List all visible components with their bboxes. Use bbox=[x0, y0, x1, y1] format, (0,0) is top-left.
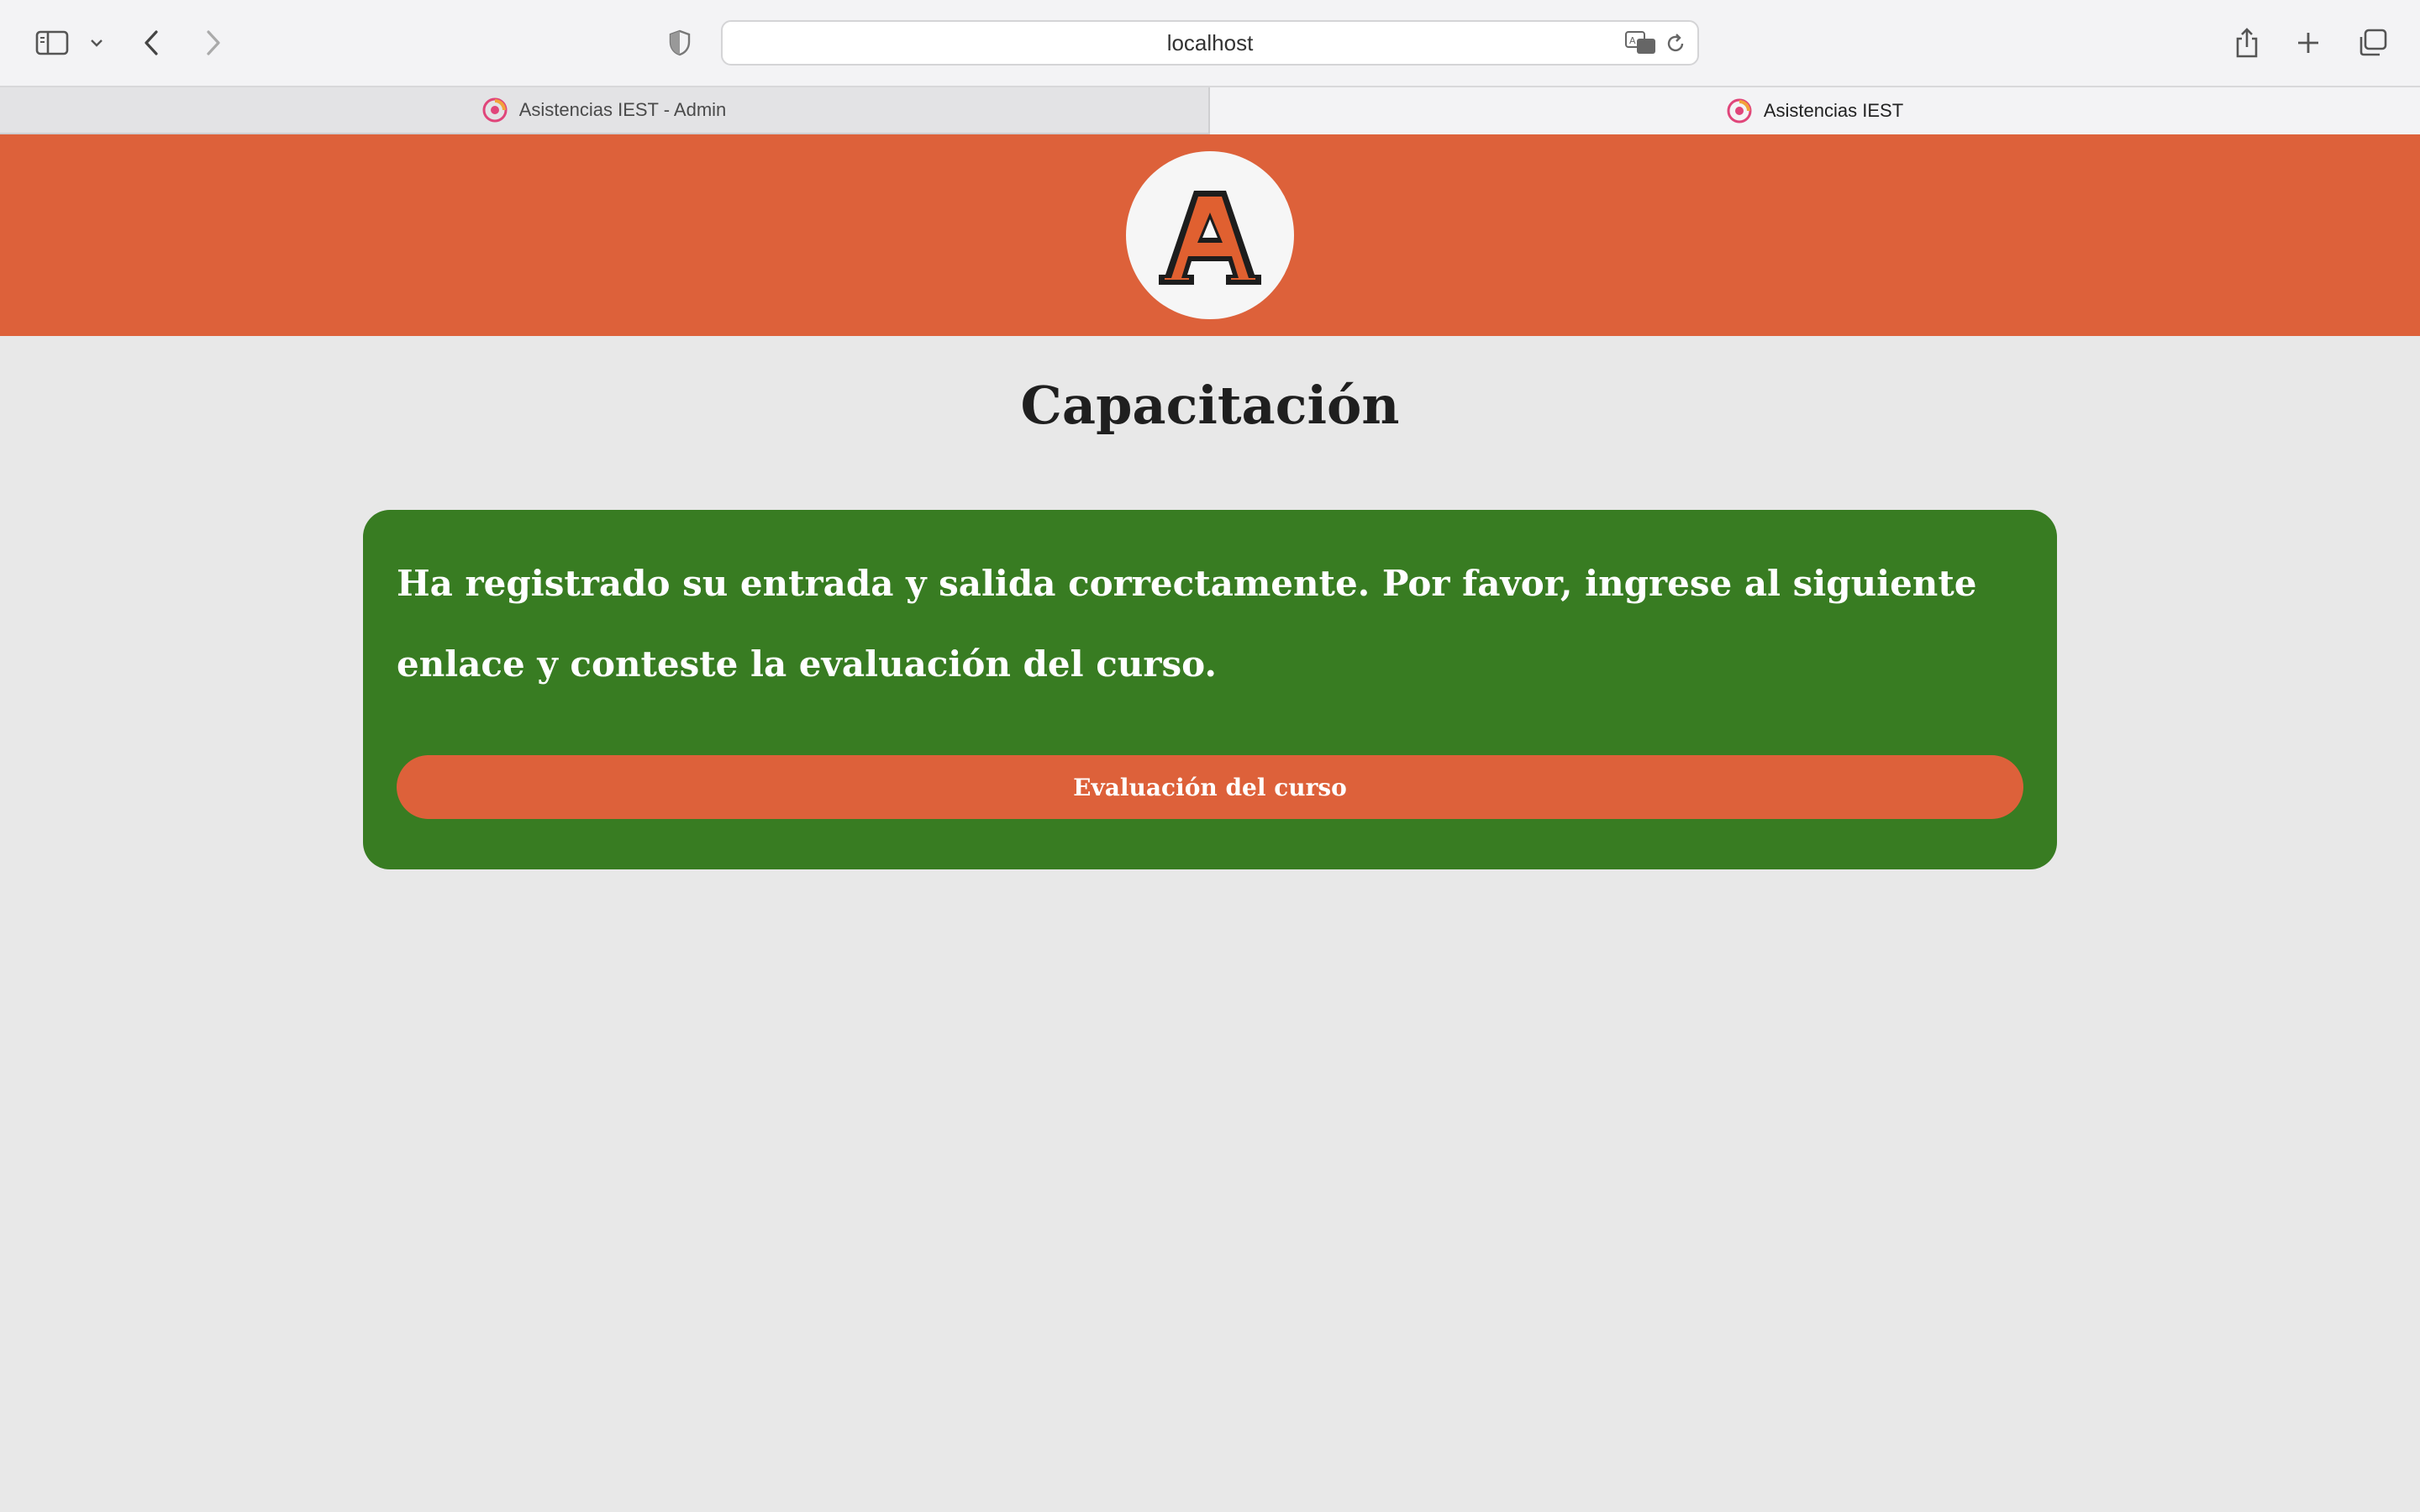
share-icon[interactable] bbox=[2232, 22, 2262, 64]
tab-asistencias[interactable]: Asistencias IEST bbox=[1210, 87, 2420, 134]
translate-icon[interactable]: A bbox=[1625, 31, 1657, 59]
forward-icon[interactable] bbox=[202, 22, 225, 64]
site-favicon-icon bbox=[482, 97, 508, 123]
sidebar-icon[interactable] bbox=[32, 22, 72, 64]
tab-bar: Asistencias IEST - Admin Asistencias IES… bbox=[0, 87, 2420, 134]
back-icon[interactable] bbox=[139, 22, 163, 64]
success-message: Ha registrado su entrada y salida correc… bbox=[397, 563, 1977, 685]
logo-letter-a-icon bbox=[1159, 191, 1261, 285]
chevron-down-icon[interactable] bbox=[87, 22, 106, 64]
tab-overview-icon[interactable] bbox=[2356, 22, 2390, 64]
page-title: Capacitación bbox=[1020, 375, 1400, 436]
logo bbox=[1126, 151, 1294, 319]
site-favicon-icon bbox=[1727, 98, 1752, 123]
svg-text:A: A bbox=[1629, 35, 1636, 46]
address-bar[interactable]: localhost A bbox=[721, 20, 1699, 66]
url-text[interactable]: localhost bbox=[723, 22, 1697, 64]
browser-toolbar: localhost A bbox=[0, 0, 2420, 87]
tab-label: Asistencias IEST - Admin bbox=[518, 99, 727, 120]
shield-icon[interactable] bbox=[667, 22, 692, 64]
course-evaluation-button[interactable]: Evaluación del curso bbox=[397, 755, 2023, 819]
reload-icon[interactable] bbox=[1664, 32, 1687, 60]
tab-admin[interactable]: Asistencias IEST - Admin bbox=[0, 87, 1210, 134]
tab-label: Asistencias IEST bbox=[1763, 100, 1904, 121]
new-tab-icon[interactable] bbox=[2294, 22, 2323, 64]
success-card: Ha registrado su entrada y salida correc… bbox=[363, 510, 2057, 869]
